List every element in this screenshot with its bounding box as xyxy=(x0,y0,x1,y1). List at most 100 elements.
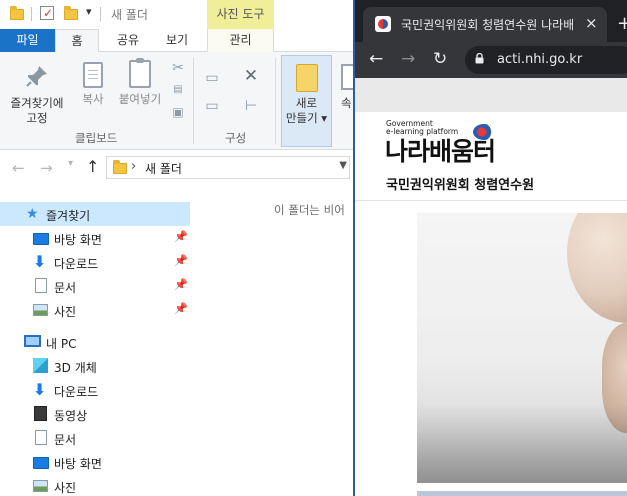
back-arrow-icon[interactable]: ← xyxy=(12,159,25,177)
folder-icon xyxy=(113,160,127,174)
copy-path-icon[interactable]: ▤ xyxy=(170,82,186,98)
forward-arrow-icon[interactable]: → xyxy=(40,159,53,177)
hero-hand-shape xyxy=(567,213,627,323)
nav-item-this-pc[interactable]: 내 PC xyxy=(0,330,190,354)
properties-icon[interactable]: ✓ xyxy=(40,6,54,20)
file-explorer-window: ✓ ▾ 새 폴더 사진 도구 파일 홈 공유 보기 관리 즐겨찾기에 고정 복사… xyxy=(0,0,354,496)
checkmark-icon: ✓ xyxy=(43,6,54,20)
nav-label: 바탕 화면 xyxy=(54,233,102,247)
tab-share[interactable]: 공유 xyxy=(108,29,148,52)
new-folder-label-line2: 만들기 ▾ xyxy=(285,111,328,125)
hero-shadow xyxy=(417,403,627,483)
window-title: 새 폴더 xyxy=(111,8,148,22)
pinned-icon: 📌 xyxy=(174,278,188,291)
nav-item-pc-pictures[interactable]: 사진 xyxy=(0,474,190,496)
nav-item-pictures[interactable]: 사진 📌 xyxy=(0,298,190,322)
nav-item-pc-downloads[interactable]: ⬇ 다운로드 xyxy=(0,378,190,402)
organize-group-label: 구성 xyxy=(225,131,247,145)
copy-icon xyxy=(83,62,103,88)
3d-objects-icon xyxy=(33,358,48,373)
up-arrow-icon[interactable]: ↑ xyxy=(86,157,99,176)
site-logo[interactable]: 나라배움터 xyxy=(385,132,496,168)
nav-item-desktop[interactable]: 바탕 화면 📌 xyxy=(0,226,190,250)
star-icon: ★ xyxy=(26,206,39,222)
paste-button[interactable]: 붙여넣기 xyxy=(115,58,165,107)
tab-view[interactable]: 보기 xyxy=(157,29,197,52)
folder-icon[interactable] xyxy=(10,6,24,20)
computer-icon xyxy=(24,335,41,347)
reload-icon[interactable]: ↻ xyxy=(433,49,447,69)
nav-item-pc-documents[interactable]: 문서 xyxy=(0,426,190,450)
new-folder-button[interactable]: 새로 만들기 ▾ xyxy=(281,55,332,147)
nav-item-quick-access[interactable]: ★ 즐겨찾기 xyxy=(0,202,190,226)
customize-quick-access-icon[interactable]: ▾ xyxy=(86,5,92,18)
properties-label[interactable]: 속 xyxy=(341,96,352,111)
nav-item-pc-desktop[interactable]: 바탕 화면 xyxy=(0,450,190,474)
nav-item-documents[interactable]: 문서 📌 xyxy=(0,274,190,298)
paste-label: 붙여넣기 xyxy=(118,92,162,106)
nav-label: 즐겨찾기 xyxy=(46,209,91,223)
address-bar-row: ← → ▾ ↑ › 새 폴더 ▼ xyxy=(0,150,354,186)
address-input[interactable]: › 새 폴더 ▼ xyxy=(106,156,350,179)
paste-shortcut-icon[interactable]: ▣ xyxy=(170,104,186,120)
new-folder-quick-icon[interactable] xyxy=(64,6,78,20)
nav-item-downloads[interactable]: ⬇ 다운로드 📌 xyxy=(0,250,190,274)
nav-item-videos[interactable]: 동영상 xyxy=(0,402,190,426)
toolbar-divider xyxy=(100,7,101,21)
nav-label: 바탕 화면 xyxy=(54,457,102,471)
page-bottom-strip xyxy=(417,491,627,496)
pictures-icon xyxy=(33,480,48,492)
url-text[interactable]: acti.nhi.go.kr xyxy=(497,52,582,67)
browser-window: 국민권익위원회 청렴연수원 나라배움터 × + ← → ↻ acti.nhi.g… xyxy=(353,0,627,496)
nav-label: 사진 xyxy=(54,305,77,319)
browser-toolbar: ← → ↻ acti.nhi.go.kr xyxy=(355,42,627,78)
pinned-icon: 📌 xyxy=(174,230,188,243)
new-folder-label-line1: 새로 xyxy=(295,96,318,110)
pin-to-quick-access-button[interactable]: 즐겨찾기에 고정 xyxy=(5,64,69,126)
rename-icon[interactable]: ⊢ xyxy=(243,98,259,114)
tab-file[interactable]: 파일 xyxy=(0,29,55,52)
browser-tab-title: 국민권익위원회 청렴연수원 나라배움터 xyxy=(401,18,573,32)
empty-folder-message: 이 폴더는 비어 xyxy=(274,203,345,217)
toolbar-divider xyxy=(31,7,32,21)
video-icon xyxy=(34,406,47,421)
new-tab-icon[interactable]: + xyxy=(617,13,627,34)
document-icon xyxy=(35,278,47,293)
recent-locations-icon[interactable]: ▾ xyxy=(68,158,73,169)
clipboard-group-label: 클립보드 xyxy=(75,131,118,145)
lock-icon[interactable] xyxy=(475,53,484,64)
move-to-icon[interactable]: ▭ xyxy=(204,70,220,86)
copy-button[interactable]: 복사 xyxy=(76,62,110,107)
ribbon-group-divider xyxy=(193,58,194,144)
file-list-area[interactable]: 이 폴더는 비어 xyxy=(190,186,354,496)
download-icon: ⬇ xyxy=(33,380,47,399)
tab-home[interactable]: 홈 xyxy=(55,29,99,53)
forward-arrow-icon[interactable]: → xyxy=(401,49,415,69)
web-page: Government e-learning platform 나라배움터 국민권… xyxy=(355,112,627,496)
ribbon-home: 즐겨찾기에 고정 복사 붙여넣기 ✂ ▤ ▣ 클립보드 ▭ ▭ ✕ ⊢ 구성 새… xyxy=(0,52,354,150)
nav-label: 사진 xyxy=(54,481,77,495)
close-tab-icon[interactable]: × xyxy=(585,14,598,32)
nav-item-3d-objects[interactable]: 3D 개체 xyxy=(0,354,190,378)
new-folder-label-text: 만들기 xyxy=(285,111,318,125)
pinned-icon: 📌 xyxy=(174,302,188,315)
copy-label: 복사 xyxy=(82,92,104,106)
copy-to-icon[interactable]: ▭ xyxy=(204,98,220,114)
delete-icon[interactable]: ✕ xyxy=(243,68,259,85)
back-arrow-icon[interactable]: ← xyxy=(369,49,383,69)
tab-manage[interactable]: 관리 xyxy=(207,29,274,52)
cut-icon[interactable]: ✂ xyxy=(170,60,186,76)
url-bar[interactable]: acti.nhi.go.kr xyxy=(465,46,627,74)
paste-icon xyxy=(129,58,151,88)
header-divider xyxy=(355,200,627,201)
nav-label: 동영상 xyxy=(54,409,88,423)
quick-access-toolbar: ✓ ▾ 새 폴더 xyxy=(0,0,354,29)
organization-name[interactable]: 국민권익위원회 청렴연수원 xyxy=(386,174,534,193)
document-icon xyxy=(35,430,47,445)
breadcrumb[interactable]: 새 폴더 xyxy=(145,160,182,177)
browser-tab-active[interactable]: 국민권익위원회 청렴연수원 나라배움터 × xyxy=(363,7,607,42)
chevron-right-icon[interactable]: › xyxy=(131,159,136,174)
context-tab-header: 사진 도구 xyxy=(207,0,274,29)
pinned-icon: 📌 xyxy=(174,254,188,267)
address-dropdown-icon[interactable]: ▼ xyxy=(339,160,347,171)
